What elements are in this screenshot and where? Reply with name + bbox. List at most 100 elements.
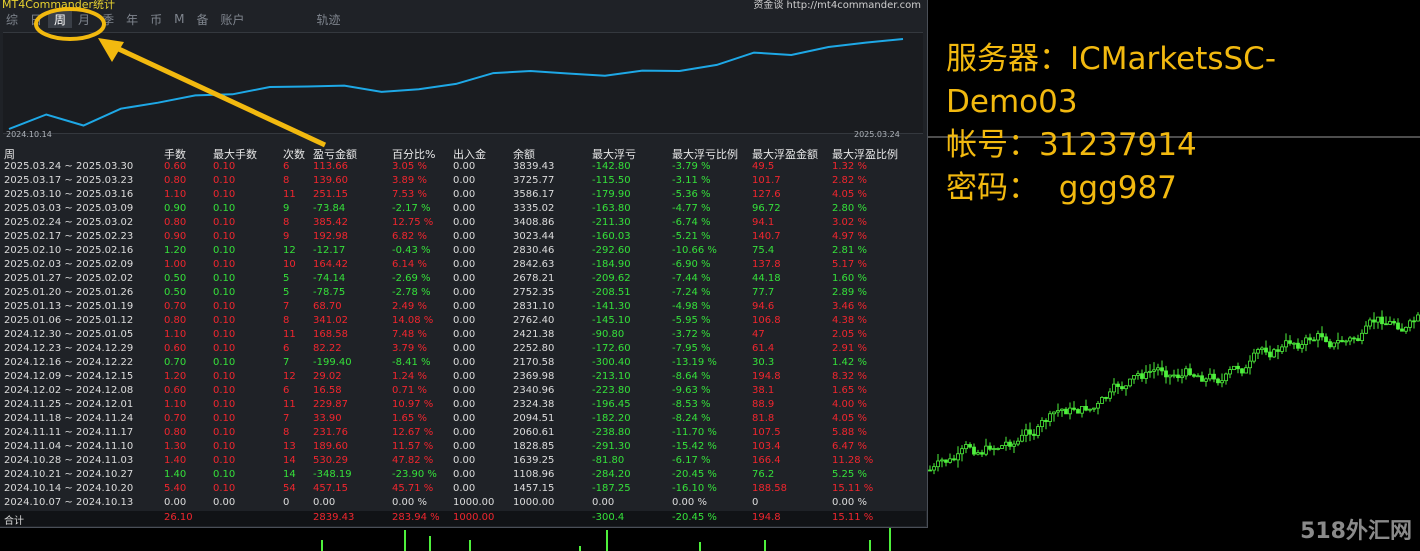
table-row[interactable]: 2025.02.10 ~ 2025.02.16 1.20 0.10 12 -12.17 -… <box>0 245 926 259</box>
candle-body <box>1208 373 1212 380</box>
candle-body <box>984 445 988 455</box>
cell-max_fp_pct: 4.05 % <box>832 189 867 200</box>
candle-body <box>1216 378 1220 384</box>
tab-5[interactable]: 年 <box>120 11 144 28</box>
table-row[interactable]: 2025.01.27 ~ 2025.02.02 0.50 0.10 5 -74.14 -2… <box>0 273 926 287</box>
column-header-max_dd_pct[interactable]: 最大浮亏比例 <box>672 146 738 162</box>
table-row[interactable]: 2024.10.14 ~ 2024.10.20 5.40 0.10 54 457.15 4… <box>0 483 926 497</box>
cell-max_lots: 0.10 <box>213 413 236 424</box>
candle-body <box>1412 320 1416 323</box>
cell-max_dd_pct: -10.66 % <box>672 245 717 256</box>
column-header-week[interactable]: 周 <box>4 146 15 162</box>
candle-body <box>1392 321 1396 324</box>
candle-body <box>936 460 940 468</box>
cell-count: 7 <box>283 357 290 368</box>
table-row[interactable]: 2024.10.07 ~ 2024.10.13 0.00 0.00 0 0.00 0.00… <box>0 497 926 511</box>
table-row[interactable]: 2024.10.28 ~ 2024.11.03 1.40 0.10 14 530.29 4… <box>0 455 926 469</box>
tab-4[interactable]: 季 <box>96 11 120 28</box>
candle-body <box>1120 386 1124 390</box>
candle-body <box>1048 413 1052 422</box>
cell-pnl: 385.42 <box>313 217 348 228</box>
candle-body <box>1400 328 1404 332</box>
candle-body <box>1132 375 1136 380</box>
column-header-max_fp[interactable]: 最大浮盈金额 <box>752 146 818 162</box>
cell-max_dd_pct: -3.11 % <box>672 175 711 186</box>
tab-2[interactable]: 周 <box>48 10 73 28</box>
candle-body <box>1288 340 1292 344</box>
candle-body <box>1176 374 1180 379</box>
tab-6[interactable]: 币 <box>144 11 168 28</box>
table-row[interactable]: 2024.11.25 ~ 2024.12.01 1.10 0.10 11 229.87 1… <box>0 399 926 413</box>
total-max_fp: 194.8 <box>752 512 781 523</box>
candle-body <box>1340 340 1344 343</box>
candle-body <box>1356 338 1360 341</box>
table-row[interactable]: 2025.01.13 ~ 2025.01.19 0.70 0.10 7 68.70 2.4… <box>0 301 926 315</box>
tab-10[interactable]: 轨迹 <box>311 11 347 28</box>
column-header-max_fp_pct[interactable]: 最大浮盈比例 <box>832 146 898 162</box>
total-lots: 26.10 <box>164 512 193 523</box>
cell-max_dd: -300.40 <box>592 357 631 368</box>
candle-body <box>1184 368 1188 377</box>
cell-flow: 0.00 <box>453 315 476 326</box>
cell-pnl: 457.15 <box>313 483 348 494</box>
column-header-max_dd[interactable]: 最大浮亏 <box>592 146 636 162</box>
cell-week: 2025.03.24 ~ 2025.03.30 <box>4 161 134 172</box>
column-header-count[interactable]: 次数 <box>283 146 305 162</box>
candle-body <box>1272 349 1276 358</box>
cell-max_fp_pct: 4.05 % <box>832 413 867 424</box>
column-header-flow[interactable]: 出入金 <box>453 146 486 162</box>
cell-max_dd_pct: -15.42 % <box>672 441 717 452</box>
table-row[interactable]: 2025.01.20 ~ 2025.01.26 0.50 0.10 5 -78.75 -2… <box>0 287 926 301</box>
tab-9[interactable]: 账户 <box>214 11 250 28</box>
cell-pct: 6.14 % <box>392 259 427 270</box>
table-row[interactable]: 2025.02.03 ~ 2025.02.09 1.00 0.10 10 164.42 6… <box>0 259 926 273</box>
column-header-max_lots[interactable]: 最大手数 <box>213 146 257 162</box>
column-header-balance[interactable]: 余额 <box>513 146 535 162</box>
cell-count: 6 <box>283 343 290 354</box>
cell-max_lots: 0.10 <box>213 427 236 438</box>
table-row[interactable]: 2025.03.24 ~ 2025.03.30 0.60 0.10 6 113.66 3.… <box>0 161 926 175</box>
table-row[interactable]: 2024.12.23 ~ 2024.12.29 0.60 0.10 6 82.22 3.7… <box>0 343 926 357</box>
tab-1[interactable]: 日 <box>24 11 48 28</box>
column-header-lots[interactable]: 手数 <box>164 146 186 162</box>
table-row[interactable]: 2024.11.18 ~ 2024.11.24 0.70 0.10 7 33.90 1.6… <box>0 413 926 427</box>
cell-max_lots: 0.10 <box>213 189 236 200</box>
table-row[interactable]: 2025.03.17 ~ 2025.03.23 0.80 0.10 8 139.60 3.… <box>0 175 926 189</box>
table-row[interactable]: 2024.11.04 ~ 2024.11.10 1.30 0.10 13 189.60 1… <box>0 441 926 455</box>
tab-0[interactable]: 综 <box>0 11 24 28</box>
table-row[interactable]: 2024.11.11 ~ 2024.11.17 0.80 0.10 8 231.76 12… <box>0 427 926 441</box>
cell-balance: 2762.40 <box>513 315 555 326</box>
cell-flow: 0.00 <box>453 245 476 256</box>
cell-flow: 0.00 <box>453 259 476 270</box>
cell-pct: 0.71 % <box>392 385 427 396</box>
candle-body <box>1232 365 1236 370</box>
table-row[interactable]: 2024.12.30 ~ 2025.01.05 1.10 0.10 11 168.58 7… <box>0 329 926 343</box>
cell-lots: 0.60 <box>164 385 187 396</box>
cell-max_dd: -172.60 <box>592 343 631 354</box>
table-row[interactable]: 2025.02.17 ~ 2025.02.23 0.90 0.10 9 192.98 6.… <box>0 231 926 245</box>
cell-pct: 6.82 % <box>392 231 427 242</box>
cell-max_fp: 30.3 <box>752 357 775 368</box>
table-row[interactable]: 2024.10.21 ~ 2024.10.27 1.40 0.10 14 -348.19… <box>0 469 926 483</box>
table-row[interactable]: 2024.12.09 ~ 2024.12.15 1.20 0.10 12 29.02 1.… <box>0 371 926 385</box>
table-row[interactable]: 2024.12.16 ~ 2024.12.22 0.70 0.10 7 -199.40 -… <box>0 357 926 371</box>
cell-pct: -2.17 % <box>392 203 431 214</box>
tab-3[interactable]: 月 <box>72 11 96 28</box>
candle-body <box>1344 340 1348 343</box>
cell-lots: 0.90 <box>164 203 187 214</box>
cell-max_fp_pct: 4.38 % <box>832 315 867 326</box>
column-header-pnl[interactable]: 盈亏金额 <box>313 146 357 162</box>
tab-7[interactable]: M <box>168 12 190 26</box>
column-header-pct[interactable]: 百分比% <box>392 146 435 162</box>
candle-body <box>1268 351 1272 358</box>
cell-count: 5 <box>283 287 290 298</box>
table-row[interactable]: 2025.01.06 ~ 2025.01.12 0.80 0.10 8 341.02 14… <box>0 315 926 329</box>
cell-max_fp: 88.9 <box>752 399 775 410</box>
tab-8[interactable]: 备 <box>190 11 214 28</box>
total-max_fp_pct: 15.11 % <box>832 512 874 523</box>
table-row[interactable]: 2025.03.10 ~ 2025.03.16 1.10 0.10 11 251.15 7… <box>0 189 926 203</box>
table-row[interactable]: 2025.03.03 ~ 2025.03.09 0.90 0.10 9 -73.84 -2… <box>0 203 926 217</box>
table-row[interactable]: 2024.12.02 ~ 2024.12.08 0.60 0.10 6 16.58 0.7… <box>0 385 926 399</box>
cell-flow: 0.00 <box>453 441 476 452</box>
table-row[interactable]: 2025.02.24 ~ 2025.03.02 0.80 0.10 8 385.42 12… <box>0 217 926 231</box>
